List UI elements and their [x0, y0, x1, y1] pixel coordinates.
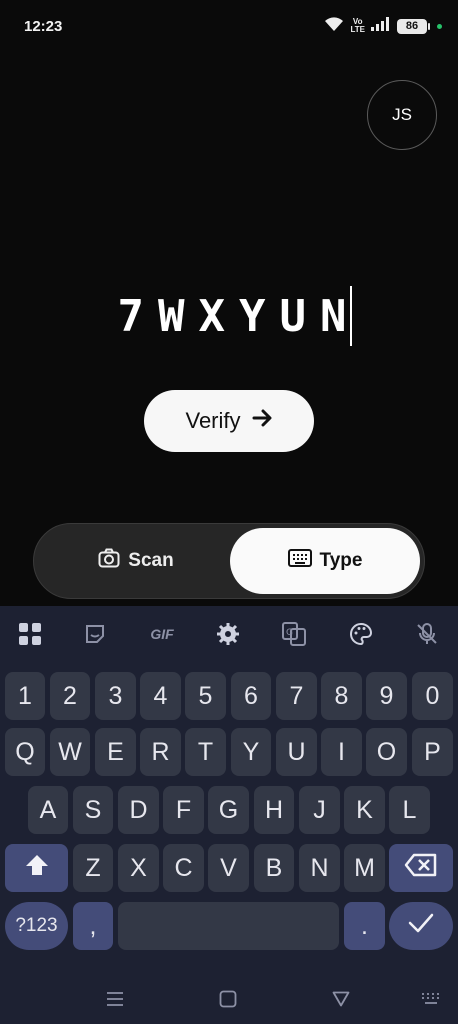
key-7[interactable]: 7	[276, 672, 317, 720]
key-i[interactable]: I	[321, 728, 362, 776]
keyboard-icon	[287, 549, 312, 573]
key-e[interactable]: E	[95, 728, 136, 776]
shift-key[interactable]	[5, 844, 68, 892]
key-b[interactable]: B	[254, 844, 294, 892]
key-v[interactable]: V	[208, 844, 249, 892]
type-label: Type	[319, 550, 363, 571]
checkmark-icon	[408, 912, 434, 941]
symbols-key[interactable]: ?123	[5, 902, 68, 950]
key-9[interactable]: 9	[366, 672, 407, 720]
keyboard-toolbar: GIF G	[0, 606, 458, 662]
key-x[interactable]: X	[118, 844, 159, 892]
key-m[interactable]: M	[344, 844, 385, 892]
code-text: 7WXYUN	[117, 290, 361, 342]
volte-indicator: Vo LTE	[350, 18, 365, 34]
code-display[interactable]: 7WXYUN	[0, 286, 458, 346]
key-3[interactable]: 3	[95, 672, 136, 720]
key-f[interactable]: F	[163, 786, 204, 834]
key-s[interactable]: S	[73, 786, 113, 834]
key-z[interactable]: Z	[73, 844, 113, 892]
signal-icon	[371, 16, 391, 36]
text-cursor	[350, 286, 353, 346]
key-l[interactable]: L	[389, 786, 430, 834]
key-u[interactable]: U	[276, 728, 317, 776]
settings-icon[interactable]	[214, 620, 242, 648]
key-g[interactable]: G	[208, 786, 249, 834]
key-6[interactable]: 6	[231, 672, 271, 720]
key-w[interactable]: W	[50, 728, 90, 776]
privacy-dot-icon	[437, 23, 442, 29]
translate-icon[interactable]: G	[280, 620, 308, 648]
key-k[interactable]: K	[344, 786, 385, 834]
key-0[interactable]: 0	[412, 672, 453, 720]
status-bar: 12:23 Vo LTE 86	[0, 0, 458, 52]
key-y[interactable]: Y	[231, 728, 271, 776]
key-1[interactable]: 1	[5, 672, 45, 720]
key-5[interactable]: 5	[185, 672, 226, 720]
key-c[interactable]: C	[163, 844, 204, 892]
status-icons: Vo LTE 86	[324, 16, 442, 37]
svg-text:G: G	[286, 628, 293, 638]
volte-bottom-label: LTE	[350, 25, 365, 34]
menu-icon[interactable]	[102, 988, 128, 1010]
enter-key[interactable]	[389, 902, 453, 950]
type-tab[interactable]: Type	[230, 528, 420, 594]
shift-icon	[24, 853, 50, 884]
navigation-bar	[0, 974, 458, 1024]
wifi-icon	[324, 16, 344, 37]
input-mode-toggle: Scan Type	[33, 523, 425, 599]
avatar[interactable]: JS	[367, 80, 437, 150]
key-q[interactable]: Q	[5, 728, 45, 776]
verify-label: Verify	[185, 408, 241, 433]
gif-label: GIF	[150, 626, 174, 642]
gif-icon[interactable]: GIF	[146, 620, 178, 648]
key-j[interactable]: J	[299, 786, 340, 834]
mic-off-icon[interactable]	[413, 620, 441, 648]
verify-button[interactable]: Verify	[144, 390, 314, 452]
comma-key[interactable]: ,	[73, 902, 113, 950]
scan-tab[interactable]: Scan	[44, 528, 228, 594]
key-r[interactable]: R	[140, 728, 181, 776]
palette-icon[interactable]	[347, 620, 375, 648]
space-bar[interactable]	[118, 902, 339, 950]
keyboard-switch-icon[interactable]	[418, 988, 444, 1010]
key-o[interactable]: O	[366, 728, 407, 776]
soft-keyboard: GIF G 1 2 3 4 5 6 7 8 9 0 Q W E R T Y U …	[0, 606, 458, 1024]
key-2[interactable]: 2	[50, 672, 90, 720]
key-a[interactable]: A	[28, 786, 68, 834]
key-4[interactable]: 4	[140, 672, 181, 720]
key-d[interactable]: D	[118, 786, 159, 834]
battery-indicator: 86	[397, 18, 430, 34]
backspace-key[interactable]	[389, 844, 453, 892]
apps-icon[interactable]	[16, 620, 44, 648]
home-icon[interactable]	[215, 988, 241, 1010]
key-t[interactable]: T	[185, 728, 226, 776]
back-icon[interactable]	[328, 988, 354, 1010]
arrow-right-icon	[251, 407, 273, 435]
key-h[interactable]: H	[254, 786, 294, 834]
period-key[interactable]: .	[344, 902, 385, 950]
camera-icon	[98, 548, 120, 574]
key-8[interactable]: 8	[321, 672, 362, 720]
sticker-icon[interactable]	[81, 620, 109, 648]
backspace-icon	[404, 853, 438, 884]
status-time: 12:23	[24, 17, 63, 35]
key-p[interactable]: P	[412, 728, 453, 776]
key-n[interactable]: N	[299, 844, 340, 892]
scan-label: Scan	[128, 550, 174, 571]
